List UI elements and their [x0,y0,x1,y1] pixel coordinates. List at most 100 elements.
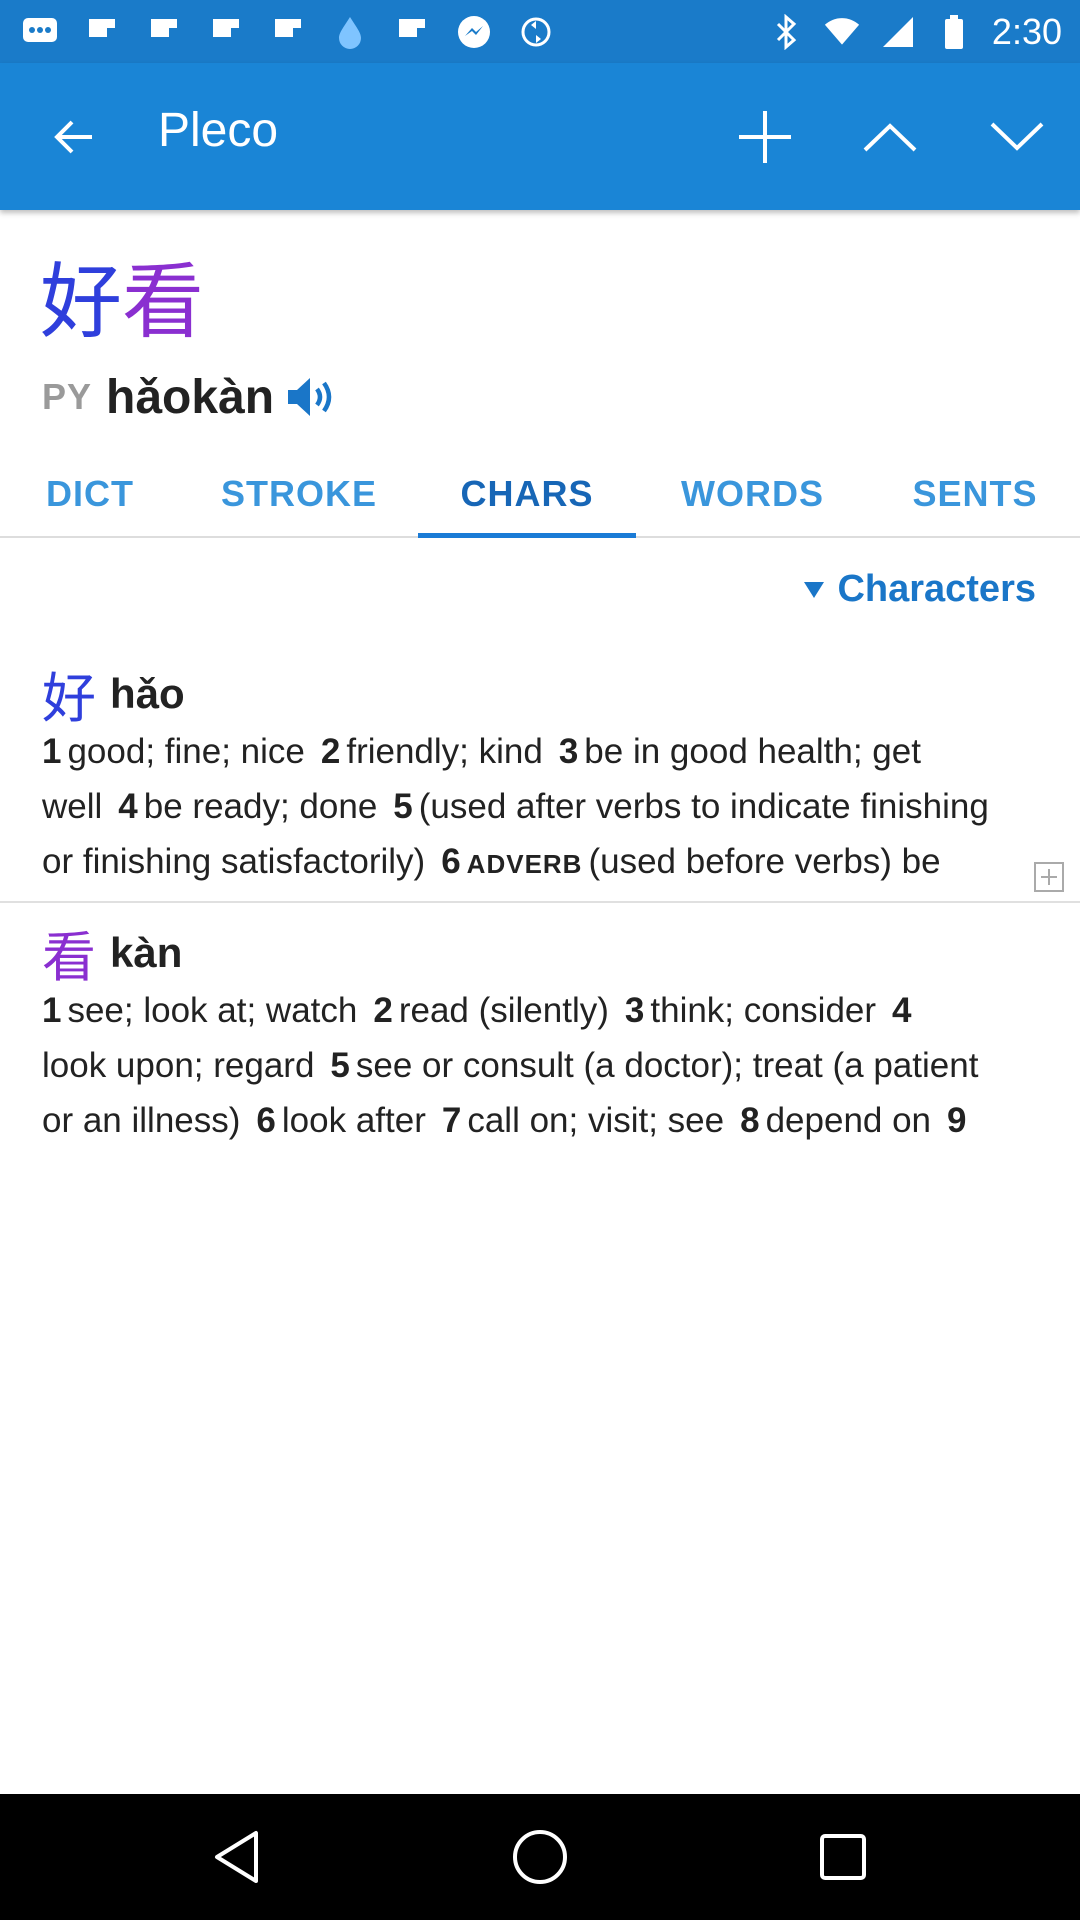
sense-text: (used before verbs) be [588,842,941,881]
status-time: 2:30 [991,10,1062,52]
chevron-down-icon [990,122,1044,151]
sense-number: 2 [320,732,341,771]
nav-recents-button[interactable] [810,1824,876,1890]
sense-text: look upon; regard [42,1046,315,1085]
nav-back-button[interactable] [204,1824,270,1890]
definition-line: 1 good; fine; nice 2 friendly; kind 3 be in g… [42,724,1034,779]
headword: 好看 [40,258,204,348]
entry-char: 好 [42,667,96,730]
entry-definition: 1 good; fine; nice 2 friendly; kind 3 be in g… [42,724,1034,892]
sense-text: look after [281,1101,426,1140]
entry-definition: 1 see; look at; watch 2 read (silently) 3 thi… [42,983,1034,1148]
recents-square-icon [820,1834,866,1880]
pinyin-text: hǎokàn [106,370,275,424]
section-title: Characters [837,568,1036,610]
definition-line: or an illness) 6 look after 7 call on; visit… [42,1093,1034,1148]
sense-number: 6 [256,1101,276,1140]
sense-text: call on; visit; see [467,1101,725,1140]
sense-text: good; fine; nice [67,732,305,771]
messenger-icon [456,14,492,50]
entry-char: 看 [42,926,96,989]
sense-number: 4 [118,787,138,826]
tab-chars[interactable]: CHARS [418,450,636,538]
sense-number: 3 [624,991,645,1030]
tab-dict[interactable]: DICT [0,450,180,538]
sense-text: see or consult (a doctor); treat (a pati… [355,1046,979,1085]
next-entry-button[interactable] [977,101,1057,173]
entry-head: 看 kàn [42,913,182,992]
tab-indicator [418,533,636,538]
tab-words[interactable]: WORDS [665,450,840,538]
sense-number: 2 [373,991,393,1030]
back-button[interactable] [38,101,110,173]
flipboard-icon [84,14,120,50]
sense-text: see; look at; watch [67,991,358,1030]
back-arrow-icon [54,120,92,154]
sense-number: 5 [330,1046,350,1085]
sense-number: 1 [42,991,62,1030]
add-button[interactable] [725,101,805,173]
status-bar: 2:30 [0,0,1080,63]
entry-pinyin: kàn [110,928,183,976]
sense-number: 3 [558,732,579,771]
back-triangle-icon [215,1831,258,1883]
sense-text: read (silently) [398,991,609,1030]
sense-text: friendly; kind [346,732,543,771]
sense-number: 9 [947,1101,967,1140]
triangle-down-icon [804,581,825,598]
wifi-icon [824,14,860,50]
flipboard-icon [394,14,430,50]
message-icon [22,14,58,50]
headword-char[interactable]: 看 [122,255,204,350]
sense-number: 4 [892,991,912,1030]
app-bar: Pleco [0,63,1080,210]
water-drop-icon [332,14,368,50]
sense-text: be ready; done [143,787,378,826]
nav-home-button[interactable] [507,1824,573,1890]
signal-icon [880,14,916,50]
tab-bar: DICT STROKE CHARS WORDS SENTS [0,450,1080,538]
definition-line: or finishing satisfactorily) 6 ADVERB (used… [42,834,1034,892]
sense-number: 6 [441,842,461,881]
previous-entry-button[interactable] [850,101,930,173]
pinyin-row: PY hǎokàn [42,362,340,432]
home-circle-icon [513,1830,567,1884]
part-of-speech: ADVERB [466,849,583,879]
sense-text: well [42,787,103,826]
character-entry[interactable]: 好 hǎo 1 good; fine; nice 2 friendly; kind 3 b… [0,640,1080,902]
sense-text: think; consider [650,991,877,1030]
app-title: Pleco [158,104,279,157]
sense-text: depend on [765,1101,932,1140]
add-icon [739,111,791,163]
sense-text: be in good health; get [584,732,921,771]
sense-text: (used after verbs to indicate finishing [418,787,989,826]
sync-icon [518,14,554,50]
definition-line: look upon; regard 5 see or consult (a doct… [42,1038,1034,1093]
definition-line: 1 see; look at; watch 2 read (silently) 3 thi… [42,983,1034,1038]
tab-stroke[interactable]: STROKE [205,450,393,538]
sense-text: or finishing satisfactorily) [42,842,426,881]
definition-line: well 4 be ready; done 5 (used after verbs to… [42,779,1034,834]
tab-sents[interactable]: SENTS [880,450,1070,538]
headword-char[interactable]: 好 [40,255,122,350]
character-entry[interactable]: 看 kàn 1 see; look at; watch 2 read (silentl… [0,903,1080,1153]
sense-number: 7 [441,1101,462,1140]
expand-entry-button[interactable] [1034,862,1064,892]
pinyin-label: PY [42,376,93,417]
bluetooth-icon [768,13,804,50]
characters-section-toggle[interactable]: Characters [803,568,1036,611]
flipboard-icon [270,14,306,50]
entry-head: 好 hǎo [42,654,185,733]
plus-icon [1041,869,1057,885]
system-nav-bar [0,1794,1080,1920]
entry-pinyin: hǎo [110,669,185,717]
speaker-icon[interactable] [286,370,340,424]
flipboard-icon [208,14,244,50]
status-system-icons: 2:30 [768,0,1062,63]
sense-number: 8 [740,1101,760,1140]
status-notification-icons [22,0,554,63]
sense-text: or an illness) [42,1101,241,1140]
sense-number: 1 [42,732,62,771]
sense-number: 5 [393,787,413,826]
chevron-up-icon [863,123,917,152]
